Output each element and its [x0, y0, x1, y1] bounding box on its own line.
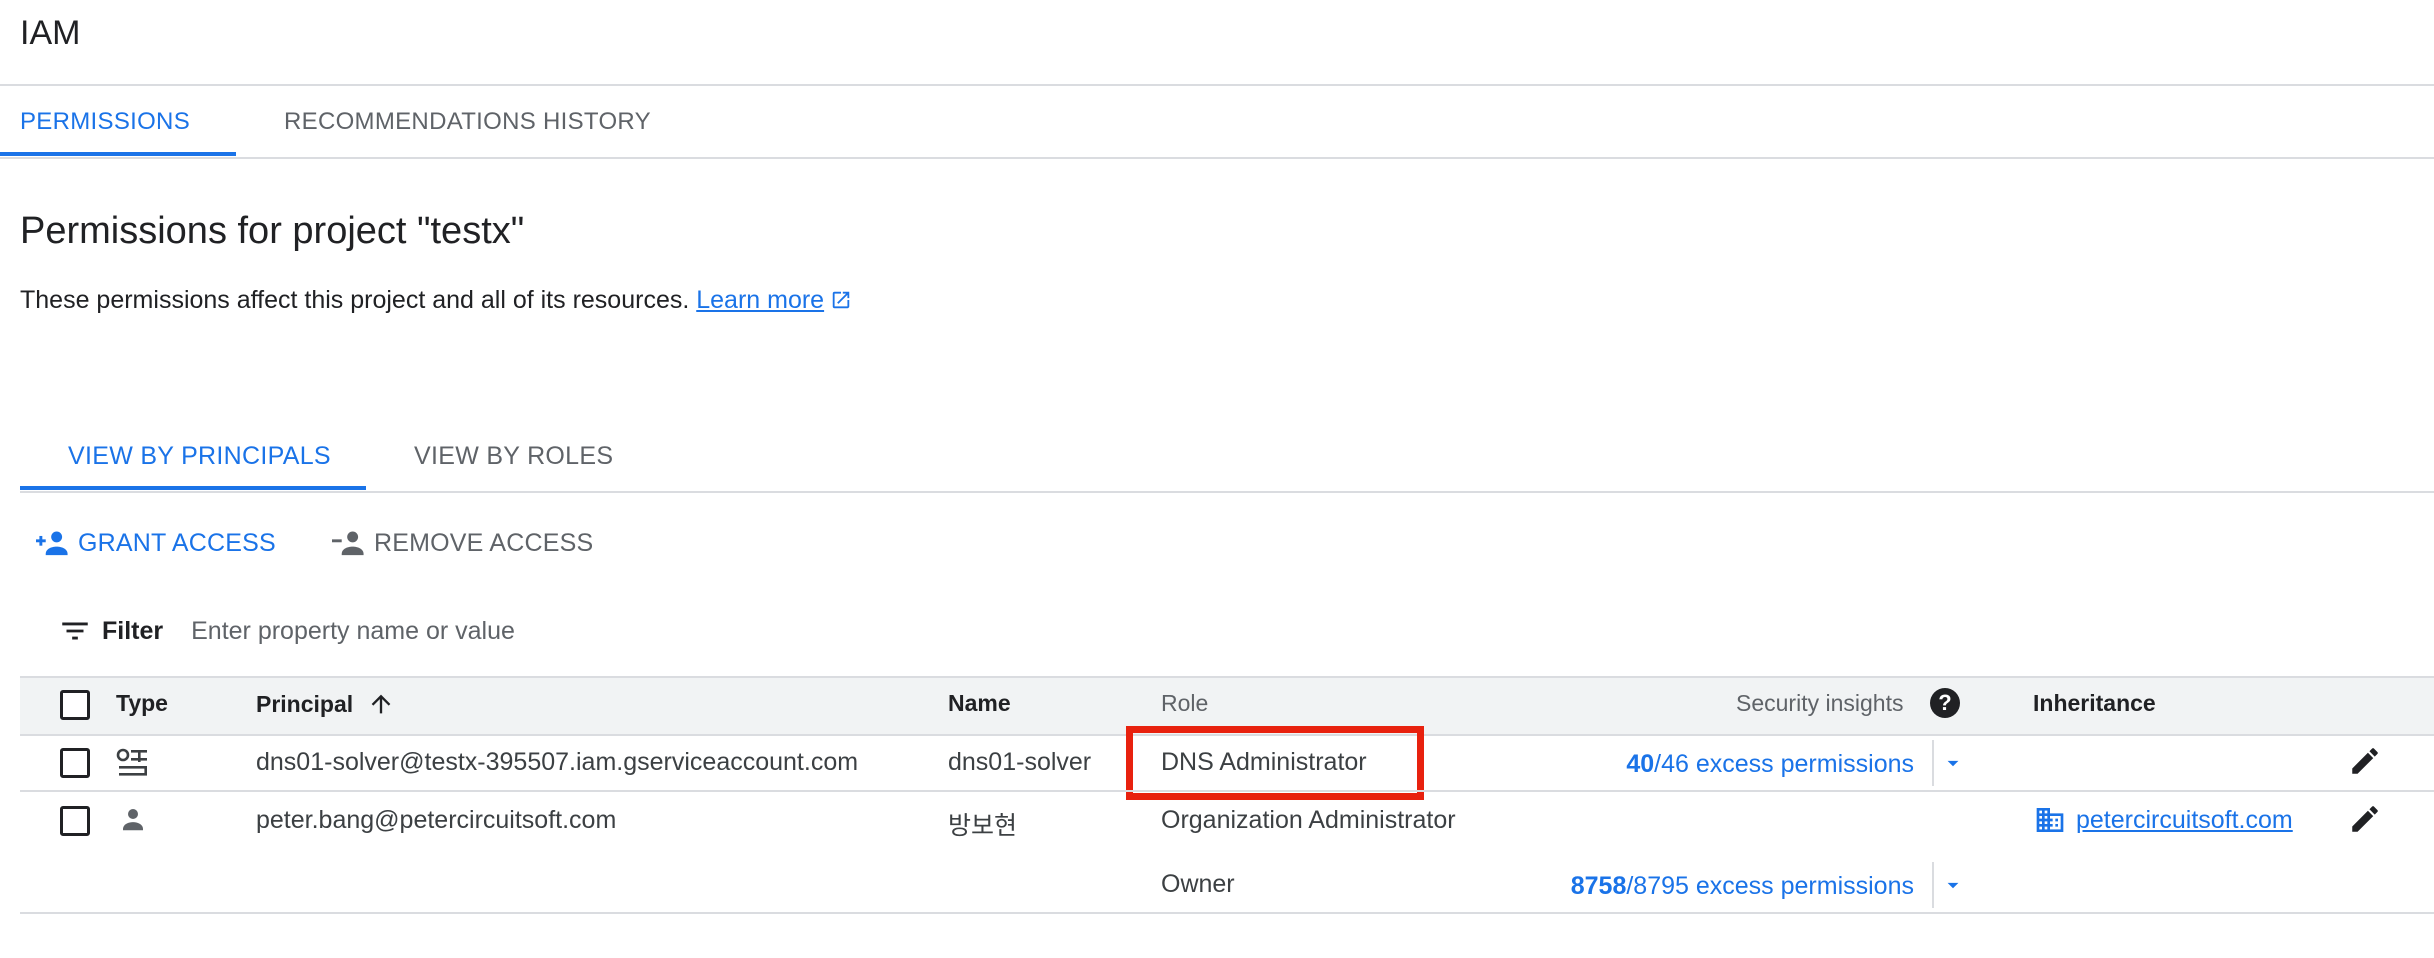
service-account-icon [116, 748, 147, 776]
excess-rest: /8795 excess permissions [1626, 872, 1914, 900]
column-separator [1932, 862, 1934, 908]
header-principal-label: Principal [256, 690, 354, 717]
select-all-checkbox[interactable] [60, 690, 90, 720]
principal-name: 방보현 [948, 812, 1018, 840]
row-divider [20, 912, 2434, 914]
edit-icon[interactable] [2348, 802, 2382, 836]
filter-label: Filter [102, 616, 164, 645]
description-text: These permissions affect this project an… [20, 286, 697, 314]
remove-access-button[interactable]: REMOVE ACCESS [332, 528, 593, 558]
row-divider [20, 790, 2434, 792]
active-subtab-indicator [20, 486, 366, 490]
role-name: Organization Administrator [1161, 806, 1456, 834]
header-role[interactable]: Role [1161, 690, 1208, 717]
principal-email: peter.bang@petercircuitsoft.com [256, 806, 617, 834]
excess-count: 40 [1626, 750, 1655, 778]
page-title: IAM [20, 14, 81, 52]
learn-more-link[interactable]: Learn more [696, 286, 824, 314]
column-separator [1932, 740, 1934, 786]
excess-count: 8758 [1570, 872, 1627, 900]
grant-access-label: GRANT ACCESS [78, 528, 276, 557]
role-name: Owner [1161, 870, 1235, 898]
active-tab-indicator [0, 152, 236, 156]
external-link-icon[interactable] [830, 289, 852, 311]
excess-permissions-link[interactable]: 8758/8795 excess permissions [1571, 872, 1914, 901]
tab-view-by-principals[interactable]: VIEW BY PRINCIPALS [68, 442, 331, 471]
sort-ascending-icon[interactable] [367, 690, 395, 718]
highlight-box [1126, 726, 1424, 800]
tab-permissions[interactable]: PERMISSIONS [20, 108, 190, 136]
inheritance-link[interactable]: petercircuitsoft.com [2034, 804, 2293, 836]
remove-access-label: REMOVE ACCESS [374, 528, 594, 557]
excess-permissions-link[interactable]: 40/46 excess permissions [1626, 750, 1914, 779]
subtabs-divider [20, 491, 2434, 493]
organization-icon [2036, 808, 2064, 832]
tab-recommendations-history[interactable]: RECOMMENDATIONS HISTORY [284, 108, 651, 136]
dropdown-arrow-icon[interactable] [1940, 750, 1966, 776]
filter-input[interactable] [191, 616, 1092, 646]
tabs-divider [0, 157, 2434, 159]
row-checkbox[interactable] [60, 748, 90, 778]
dropdown-arrow-icon[interactable] [1940, 872, 1966, 898]
remove-person-icon [332, 531, 364, 556]
header-type[interactable]: Type [116, 690, 168, 717]
header-inheritance[interactable]: Inheritance [2033, 690, 2156, 717]
filter-icon[interactable] [58, 614, 92, 648]
add-person-icon [36, 531, 68, 556]
row-checkbox[interactable] [60, 806, 90, 836]
grant-access-button[interactable]: GRANT ACCESS [36, 528, 276, 558]
section-description: These permissions affect this project an… [20, 286, 852, 315]
edit-icon[interactable] [2348, 744, 2382, 778]
inheritance-text: petercircuitsoft.com [2076, 805, 2293, 834]
principal-email: dns01-solver@testx-395507.iam.gserviceac… [256, 748, 859, 776]
principal-name: dns01-solver [948, 748, 1092, 776]
header-principal[interactable]: Principal [256, 690, 395, 718]
tab-view-by-roles[interactable]: VIEW BY ROLES [414, 442, 613, 471]
help-icon[interactable]: ? [1930, 688, 1960, 718]
header-divider [0, 84, 2434, 86]
filter-bar: Filter [58, 614, 1092, 648]
header-name[interactable]: Name [948, 690, 1011, 717]
person-icon [123, 809, 143, 831]
excess-rest: /46 excess permissions [1654, 750, 1914, 778]
section-title: Permissions for project "testx" [20, 210, 525, 252]
header-security-insights[interactable]: Security insights [1736, 690, 1903, 717]
